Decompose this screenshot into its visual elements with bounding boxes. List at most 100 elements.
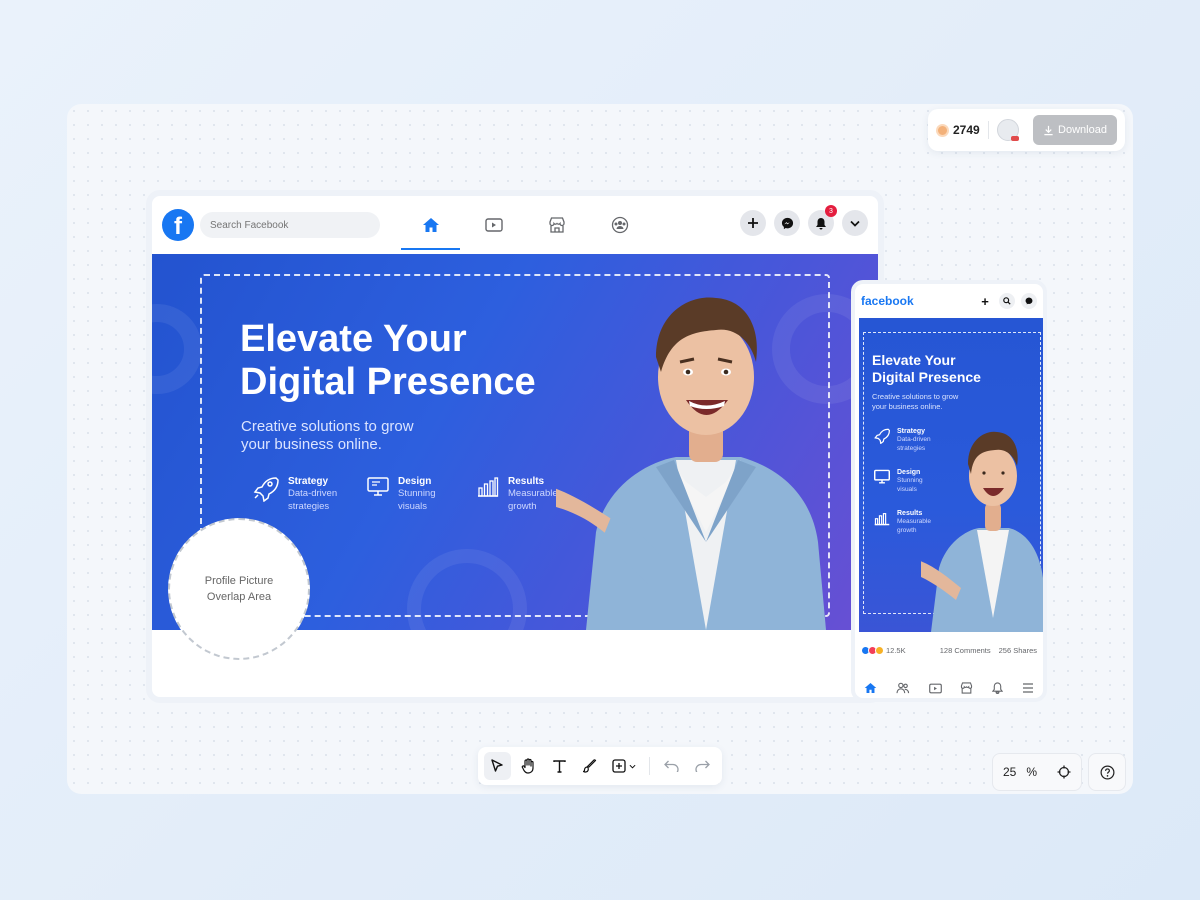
menu-icon[interactable] <box>1022 683 1034 693</box>
profile-zone-label: Overlap Area <box>206 591 272 603</box>
mobile-cover-subline: Creative solutions to grow your business… <box>872 392 972 412</box>
avatar[interactable] <box>996 119 1019 141</box>
brush-icon <box>582 759 597 773</box>
bar-chart-icon <box>478 477 499 497</box>
download-icon <box>1044 125 1053 135</box>
hand-icon <box>521 758 534 774</box>
hand-tool[interactable] <box>514 752 542 780</box>
decorative-ring <box>152 304 202 394</box>
monitor-icon <box>874 469 890 484</box>
video-icon <box>484 218 503 232</box>
monitor-icon <box>367 477 389 496</box>
video-icon[interactable] <box>928 683 942 694</box>
reaction-icons <box>861 646 884 655</box>
profile-picture-zone[interactable]: Profile Picture Overlap Area <box>168 518 310 660</box>
text-tool[interactable] <box>545 752 573 780</box>
person-photo <box>921 431 1043 632</box>
subline-line: Creative solutions to grow <box>872 392 959 401</box>
messenger-button[interactable] <box>774 210 800 236</box>
credit-count: 2749 <box>953 123 980 137</box>
messenger-icon <box>781 217 793 229</box>
facebook-nav <box>399 196 651 254</box>
facebook-logo-icon: f <box>162 209 194 241</box>
mobile-bottom-nav <box>855 676 1043 698</box>
plus-icon[interactable]: + <box>977 293 993 309</box>
profile-zone-label: Profile Picture <box>204 575 274 587</box>
headline-line: Elevate Your <box>872 352 956 368</box>
select-tool[interactable] <box>483 752 512 780</box>
undo-button[interactable] <box>658 752 686 780</box>
rocket-icon <box>874 428 891 444</box>
help-button[interactable] <box>1088 753 1126 791</box>
marketplace-icon[interactable] <box>960 682 973 694</box>
friends-icon[interactable] <box>896 682 910 694</box>
cover-headline: Elevate Your Digital Presence <box>240 318 600 404</box>
chevron-down-icon <box>629 764 636 769</box>
download-button[interactable]: Download <box>1033 115 1117 145</box>
subline-line: your business online. <box>241 436 382 453</box>
redo-button[interactable] <box>689 752 717 780</box>
tab-groups[interactable] <box>588 196 651 254</box>
feature-title: Design <box>398 476 432 487</box>
divider <box>649 757 651 775</box>
home-icon[interactable] <box>864 682 877 694</box>
search-input[interactable] <box>200 212 380 238</box>
divider <box>987 121 989 139</box>
feature-strategy: Strategy Data-driven strategies <box>252 476 344 513</box>
mobile-preview[interactable]: facebook + Elevate Your Digital Presence… <box>851 280 1047 702</box>
rocket-icon <box>253 477 279 502</box>
mobile-cover-photo[interactable]: Elevate Your Digital Presence Creative s… <box>859 318 1043 632</box>
home-icon <box>422 218 439 232</box>
zoom-control[interactable]: 25 % <box>992 753 1082 791</box>
feature-design: Design Stunning visuals <box>366 476 454 513</box>
feature-sub: visuals <box>398 501 428 512</box>
bell-icon <box>816 217 826 229</box>
feature-sub: Stunning <box>398 488 436 499</box>
cursor-icon <box>491 759 504 772</box>
cover-subline: Creative solutions to grow your business… <box>241 418 451 454</box>
zoom-unit: % <box>1026 765 1038 779</box>
mobile-facebook-logo: facebook <box>861 294 914 308</box>
marketplace-icon <box>548 217 565 233</box>
haha-icon <box>875 646 884 655</box>
mobile-header-actions: + <box>977 293 1037 309</box>
headline-line: Digital Presence <box>240 361 536 403</box>
groups-icon <box>611 216 628 234</box>
tab-video[interactable] <box>462 196 525 254</box>
subline-line: Creative solutions to grow <box>241 418 414 435</box>
mobile-cover-headline: Elevate Your Digital Presence <box>872 352 1012 386</box>
undo-icon <box>664 760 679 772</box>
add-element-tool[interactable] <box>607 752 642 780</box>
reaction-count[interactable]: 12.5K <box>886 646 906 655</box>
notifications-button[interactable]: 3 <box>808 205 837 236</box>
zoom-value[interactable]: 25 <box>1003 765 1016 779</box>
credits-bar: 2749 Download <box>928 109 1125 151</box>
facebook-actions: 3 <box>740 205 868 236</box>
messenger-icon[interactable] <box>1021 293 1037 309</box>
chevron-down-icon <box>850 220 860 227</box>
facebook-header: f 3 <box>152 196 878 254</box>
search-icon[interactable] <box>999 293 1015 309</box>
crosshair-icon[interactable] <box>1057 765 1071 779</box>
bar-chart-icon <box>874 513 890 526</box>
comment-count[interactable]: 128 Comments <box>940 646 991 655</box>
feature-sub: Data-driven <box>288 488 338 499</box>
tab-marketplace[interactable] <box>525 196 588 254</box>
mobile-header: facebook + <box>855 284 1043 318</box>
share-count[interactable]: 256 Shares <box>999 646 1037 655</box>
help-icon <box>1100 765 1114 779</box>
tab-home[interactable] <box>399 196 462 254</box>
brush-tool[interactable] <box>576 752 604 780</box>
feature-results: Results Measurable growth <box>476 476 564 513</box>
coin-icon <box>936 123 949 137</box>
bell-icon[interactable] <box>991 682 1003 694</box>
feature-title: Strategy <box>288 476 329 487</box>
create-button[interactable] <box>740 210 766 236</box>
plus-icon <box>748 218 758 228</box>
feature-list: Strategy Data-driven strategies Design S… <box>252 476 564 513</box>
person-photo <box>556 297 826 630</box>
account-menu-button[interactable] <box>842 210 868 236</box>
notification-badge: 3 <box>825 205 837 217</box>
editor-toolbar <box>478 747 722 785</box>
feature-sub: strategies <box>288 501 330 512</box>
